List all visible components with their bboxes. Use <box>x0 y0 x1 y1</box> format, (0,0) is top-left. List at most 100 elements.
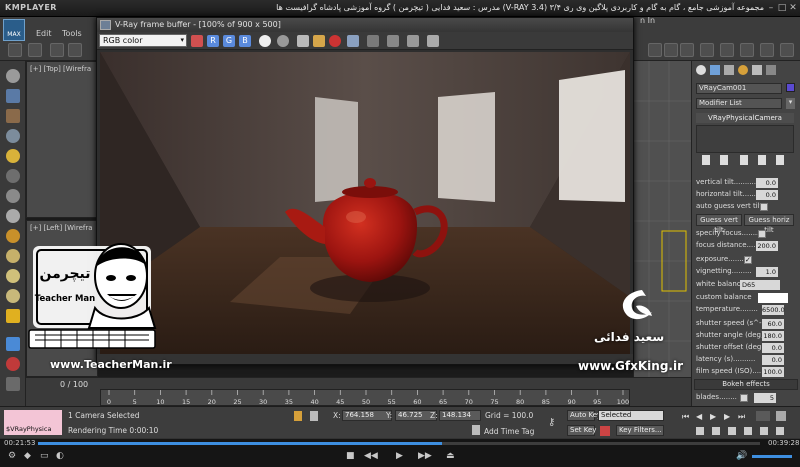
viewport-top-label[interactable]: [+] [Top] [Wirefra <box>30 65 91 73</box>
rewind-icon[interactable]: ◀◀ <box>364 451 378 461</box>
menu-tools[interactable]: Tools <box>62 29 82 38</box>
modifier-list-dropdown[interactable]: Modifier List <box>696 98 782 109</box>
subtitle-icon[interactable]: ▭ <box>40 451 49 461</box>
vray-sun-icon[interactable] <box>6 229 20 243</box>
absolute-mode-icon[interactable] <box>310 411 318 421</box>
render-production-icon[interactable] <box>680 43 694 57</box>
box-tool-icon[interactable] <box>6 89 20 103</box>
scene-explorer-icon[interactable] <box>6 109 20 123</box>
vignetting-spinner[interactable]: 1.0 <box>756 267 778 277</box>
space-warp-icon[interactable] <box>6 189 20 203</box>
play-pause-icon[interactable]: ▶ <box>396 451 403 461</box>
blades-checkbox[interactable] <box>740 394 748 402</box>
specify-focus-checkbox[interactable] <box>758 230 766 238</box>
eject-icon[interactable]: ⏏ <box>446 451 455 461</box>
settings-icon[interactable]: ⚙ <box>8 451 16 461</box>
modifier-stack-item[interactable]: VRayPhysicalCamera <box>696 113 794 123</box>
frame-counter[interactable]: 0 / 100 <box>60 380 88 389</box>
previous-frame-icon[interactable]: ◀ <box>696 412 702 421</box>
sphere-tool-icon[interactable] <box>6 69 20 83</box>
region-render-icon[interactable] <box>367 35 379 47</box>
menu-edit[interactable]: Edit <box>36 29 52 38</box>
modify-tab-icon[interactable] <box>710 65 720 75</box>
guess-horiz-tilt-button[interactable]: Guess horiz tilt <box>744 214 794 234</box>
close-icon[interactable]: ✕ <box>788 3 798 13</box>
torus-tool-icon[interactable] <box>6 249 20 263</box>
vray-camera-icon[interactable] <box>780 43 794 57</box>
render-setup-icon[interactable] <box>648 43 662 57</box>
modifier-icon[interactable] <box>6 337 20 351</box>
orbit-icon[interactable] <box>776 427 784 435</box>
light-tool-icon[interactable] <box>6 149 20 163</box>
vray-light-icon[interactable] <box>760 43 774 57</box>
next-frame-icon[interactable]: ▶ <box>724 412 730 421</box>
hierarchy-tab-icon[interactable] <box>724 65 734 75</box>
bokeh-effects-rollout[interactable]: Bokeh effects <box>694 379 798 390</box>
search-field-hint[interactable]: n In <box>640 16 655 25</box>
modifier-list-arrow-icon[interactable]: ▾ <box>786 98 795 109</box>
time-tag-icon[interactable] <box>472 425 480 435</box>
minimize-icon[interactable]: – <box>766 3 776 13</box>
add-time-tag-button[interactable]: Add Time Tag <box>484 427 534 436</box>
cone-tool-icon[interactable] <box>6 289 20 303</box>
red-channel-icon[interactable] <box>191 35 203 47</box>
remove-modifier-icon[interactable] <box>758 155 766 165</box>
lock-selection-icon[interactable] <box>294 411 302 421</box>
pan-icon[interactable] <box>760 427 768 435</box>
zoom-extents-icon[interactable] <box>728 427 736 435</box>
play-icon[interactable]: ▶ <box>710 412 716 421</box>
set-key-button[interactable]: Set Key <box>567 425 596 436</box>
undo-icon[interactable] <box>8 43 22 57</box>
vertical-tilt-spinner[interactable]: 0.0 <box>756 178 778 188</box>
z-coordinate-field[interactable]: 148.134 <box>439 410 481 421</box>
make-unique-icon[interactable] <box>740 155 748 165</box>
volume-icon[interactable]: 🔊 <box>736 451 747 461</box>
time-config-icon[interactable] <box>776 411 786 421</box>
clear-image-icon[interactable] <box>329 35 341 47</box>
alpha-channel-icon[interactable] <box>259 35 271 47</box>
key-filters-button[interactable]: Key Filters... <box>616 425 664 436</box>
key-icon[interactable]: ⚷ <box>548 417 555 428</box>
vray-toolbar-icon[interactable] <box>740 43 754 57</box>
shutter-offset-spinner[interactable]: 0.0 <box>762 343 784 353</box>
seek-bar[interactable] <box>38 442 760 445</box>
shutter-speed-spinner[interactable]: 60.0 <box>762 319 784 329</box>
redo-icon[interactable] <box>28 43 42 57</box>
hierarchy-icon[interactable] <box>6 357 20 371</box>
film-speed-spinner[interactable]: 100.0 <box>762 367 784 377</box>
r-channel-button[interactable]: R <box>207 35 219 47</box>
utilities-icon[interactable] <box>6 377 20 391</box>
track-mouse-icon[interactable] <box>347 35 359 47</box>
maxscript-listener[interactable]: $VRayPhysica <box>4 410 62 435</box>
key-mode-icon[interactable] <box>600 426 610 436</box>
stop-icon[interactable]: ■ <box>346 451 355 461</box>
temperature-spinner[interactable]: 6500.0 <box>762 305 785 315</box>
vr-icon[interactable]: ◐ <box>56 451 64 461</box>
configure-sets-icon[interactable] <box>776 155 784 165</box>
x-coordinate-field[interactable]: 764.158 <box>342 410 392 421</box>
camera-tool-icon[interactable] <box>6 129 20 143</box>
mono-channel-icon[interactable] <box>277 35 289 47</box>
zoom-all-icon[interactable] <box>712 427 720 435</box>
load-image-icon[interactable] <box>313 35 325 47</box>
horizontal-tilt-spinner[interactable]: 0.0 <box>756 190 778 200</box>
cylinder-tool-icon[interactable] <box>6 269 20 283</box>
volume-slider[interactable] <box>752 455 792 458</box>
custom-balance-swatch[interactable] <box>758 293 788 303</box>
max-application-button[interactable]: MAX <box>3 19 25 41</box>
render-frame-icon[interactable] <box>664 43 678 57</box>
blades-spinner[interactable]: 5 <box>754 393 776 403</box>
object-color-swatch[interactable] <box>786 83 795 92</box>
viewport-top[interactable]: [+] [Top] [Wirefra <box>26 61 98 218</box>
maximize-icon[interactable]: □ <box>777 3 787 13</box>
current-frame-field[interactable] <box>756 411 770 421</box>
zoom-icon[interactable] <box>696 427 704 435</box>
stop-render-icon[interactable] <box>427 35 439 47</box>
link-vfb-icon[interactable] <box>387 35 399 47</box>
auto-key-button[interactable]: Auto Key <box>567 410 601 421</box>
render-teapot-icon[interactable] <box>700 43 714 57</box>
forward-icon[interactable]: ▶▶ <box>418 451 432 461</box>
show-end-result-icon[interactable] <box>720 155 728 165</box>
unlink-icon[interactable] <box>68 43 82 57</box>
track-bar[interactable]: 0 5 10 15 20 25 30 35 40 45 50 55 60 65 70 75 80 85 90 95 10… <box>100 389 630 406</box>
